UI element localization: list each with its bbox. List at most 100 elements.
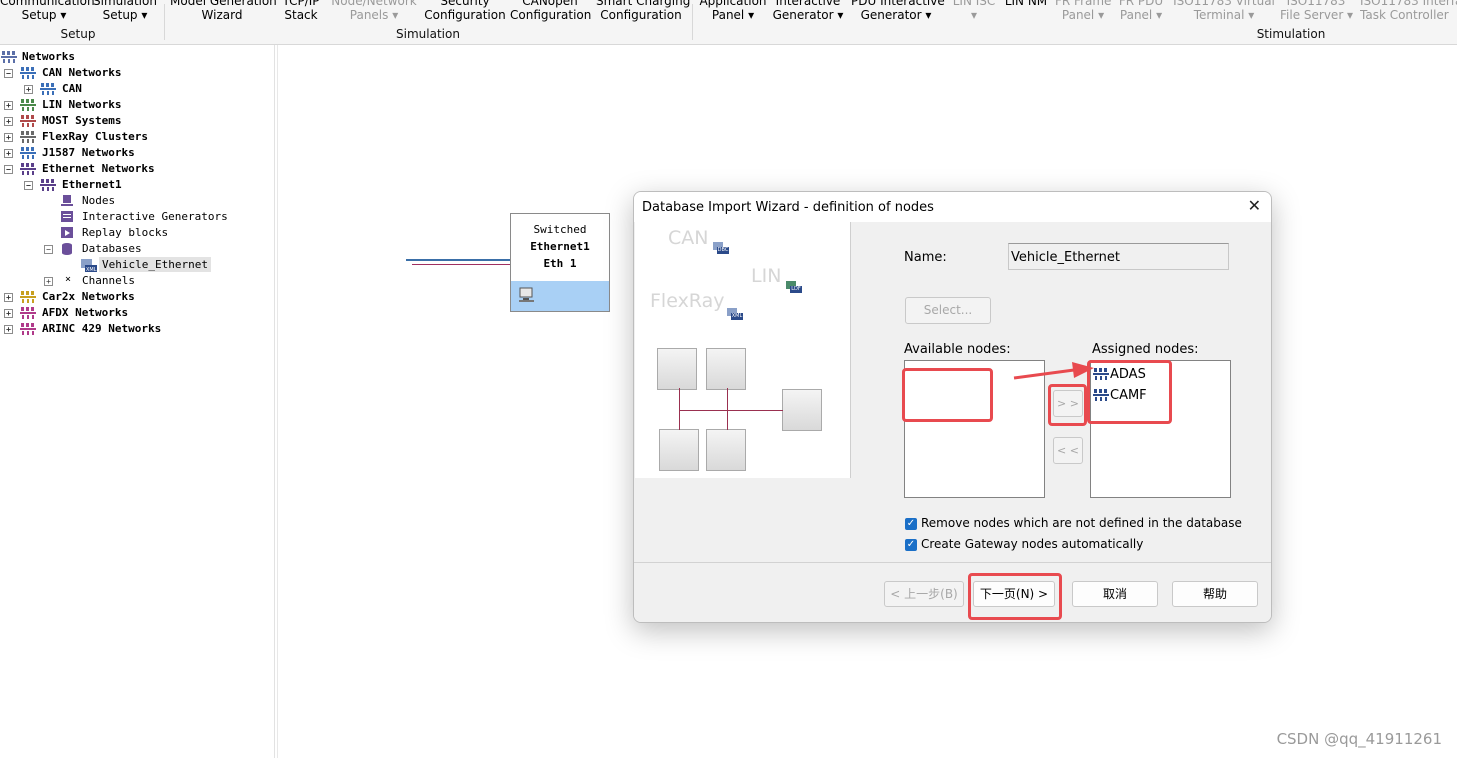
tcpip-stack-button[interactable]: TCP/IP Stack: [280, 0, 322, 22]
simulation-setup-line2: Setup ▾: [102, 8, 148, 22]
wizard-illustration: CAN LIN FlexRay DBC LDF XML: [635, 222, 851, 478]
close-icon[interactable]: ✕: [1248, 196, 1261, 215]
model-generation-line1: Model Generation: [170, 0, 277, 8]
expand-icon[interactable]: +: [44, 277, 53, 286]
expand-icon[interactable]: +: [4, 149, 13, 158]
tree-label: LIN Networks: [42, 98, 122, 111]
svg-text:XML: XML: [86, 267, 97, 272]
expand-icon[interactable]: +: [4, 293, 13, 302]
model-generation-wizard-button[interactable]: Model Generation Wizard: [170, 0, 277, 22]
interactive-generator-icon: [61, 211, 73, 222]
lin-isc-line1: LIN ISC: [952, 0, 996, 8]
pdu-interactive-line2: Generator ▾: [860, 8, 932, 22]
lin-nm-button[interactable]: LIN NM: [1002, 0, 1050, 8]
iso11783-file-server-button[interactable]: ISO11783 File Server ▾: [1280, 0, 1353, 22]
expand-icon[interactable]: +: [4, 309, 13, 318]
tree-label: Databases: [82, 242, 142, 255]
ethernet-bus-icon: [40, 179, 56, 191]
node-network-line2: Panels ▾: [349, 8, 399, 22]
remove-nodes-checkbox[interactable]: ✓: [905, 518, 917, 530]
iso-vt-line2: Terminal ▾: [1193, 8, 1255, 22]
pane-divider[interactable]: [277, 45, 278, 758]
bus-line-red: [412, 264, 510, 265]
collapse-icon[interactable]: −: [4, 69, 13, 78]
collapse-icon[interactable]: −: [24, 181, 33, 190]
ldf-file-icon: LDF: [786, 281, 802, 293]
back-button[interactable]: < 上一步(B): [884, 581, 964, 607]
fr-pdu-panel-button[interactable]: FR PDU Panel ▾: [1116, 0, 1166, 22]
security-configuration-button[interactable]: Security Configuration: [424, 0, 506, 22]
remove-node-button[interactable]: < <: [1053, 437, 1083, 464]
node-line1: Switched: [533, 223, 587, 236]
nodes-icon: [61, 195, 73, 206]
simulation-setup-line1: Simulation: [93, 0, 157, 8]
network-icon: [1, 51, 17, 63]
name-field[interactable]: Vehicle_Ethernet: [1008, 243, 1229, 270]
group-label-setup: Setup: [60, 27, 96, 41]
tree-label: CAN: [62, 82, 82, 95]
xml-database-icon: XML: [81, 259, 97, 272]
channels-icon: ×: [65, 274, 72, 285]
iso11783-virtual-terminal-button[interactable]: ISO11783 Virtual Terminal ▾: [1172, 0, 1276, 22]
can-network-icon: [20, 67, 36, 79]
collapse-icon[interactable]: −: [4, 165, 13, 174]
switched-ethernet-node[interactable]: Switched Ethernet1 Eth 1: [510, 213, 610, 312]
cancel-button[interactable]: 取消: [1072, 581, 1158, 607]
tree-label: Ethernet Networks: [42, 162, 155, 175]
create-gateway-label: Create Gateway nodes automatically: [921, 537, 1144, 551]
j1587-network-icon: [20, 147, 36, 159]
create-gateway-checkbox[interactable]: ✓: [905, 539, 917, 551]
iso-fs-line1: ISO11783: [1286, 0, 1346, 8]
application-panel-line2: Panel ▾: [711, 8, 755, 22]
illus-flexray-text: FlexRay: [650, 290, 725, 312]
group-label-simulation: Simulation: [396, 27, 460, 41]
iso11783-task-controller-button[interactable]: ISO11783 InterfaceTask Controller: [1360, 0, 1457, 22]
annotation-box-add-button: [1048, 384, 1087, 426]
replay-block: [706, 429, 746, 471]
canopen-configuration-button[interactable]: CANopen Configuration: [510, 0, 591, 22]
dialog-footer: < 上一步(B) 下一页(N) > 取消 帮助: [634, 562, 1271, 622]
communication-setup-button[interactable]: Communication Setup ▾: [0, 0, 95, 22]
smart-charging-configuration-button[interactable]: Smart Charging Configuration: [596, 0, 690, 22]
expand-icon[interactable]: +: [24, 85, 33, 94]
expand-icon[interactable]: +: [4, 117, 13, 126]
expand-icon[interactable]: +: [4, 325, 13, 334]
iso-vt-line1: ISO11783 Virtual: [1173, 0, 1275, 8]
ethernet-network-icon: [20, 163, 36, 175]
select-button[interactable]: Select...: [905, 297, 991, 324]
simulation-setup-button[interactable]: Simulation Setup ▾: [92, 0, 158, 22]
lin-nm-line1: LIN NM: [1004, 0, 1048, 8]
tree-label: J1587 Networks: [42, 146, 135, 159]
pdu-interactive-generator-button[interactable]: PDU Interactive Generator ▾: [851, 0, 945, 22]
fr-frame-panel-button[interactable]: FR Frame Panel ▾: [1055, 0, 1111, 22]
expand-icon[interactable]: +: [4, 133, 13, 142]
node-line2: Ethernet1: [530, 240, 590, 253]
node-footer: [511, 281, 609, 311]
annotation-box-available: [902, 368, 993, 422]
help-button[interactable]: 帮助: [1172, 581, 1258, 607]
interactive-generator-button[interactable]: Interactive Generator ▾: [771, 0, 845, 22]
assigned-nodes-label: Assigned nodes:: [1092, 342, 1199, 357]
replay-block-icon: [61, 227, 73, 238]
group-label-stimulation: Stimulation: [1256, 27, 1326, 41]
illus-lin-text: LIN: [751, 265, 782, 287]
tree-label: MOST Systems: [42, 114, 122, 127]
node-network-panels-button[interactable]: Node/Network Panels ▾: [329, 0, 419, 22]
tree-label: AFDX Networks: [42, 306, 129, 319]
collapse-icon[interactable]: −: [44, 245, 53, 254]
annotation-box-assigned: [1087, 360, 1172, 424]
fr-frame-line1: FR Frame: [1055, 0, 1112, 8]
arinc-network-icon: [20, 323, 36, 335]
tree-label: Networks: [22, 50, 75, 63]
name-label: Name:: [904, 250, 947, 265]
tree-label: Interactive Generators: [82, 210, 228, 223]
expand-icon[interactable]: +: [4, 101, 13, 110]
remove-nodes-label: Remove nodes which are not defined in th…: [921, 516, 1242, 530]
application-panel-button[interactable]: Application Panel ▾: [699, 0, 767, 22]
ribbon-separator: [164, 4, 165, 40]
tree-label: Nodes: [82, 194, 116, 207]
afdx-network-icon: [20, 307, 36, 319]
lin-isc-button[interactable]: LIN ISC ▾: [950, 0, 998, 22]
tree-label: Vehicle_Ethernet: [99, 257, 211, 272]
flexray-network-icon: [20, 131, 36, 143]
